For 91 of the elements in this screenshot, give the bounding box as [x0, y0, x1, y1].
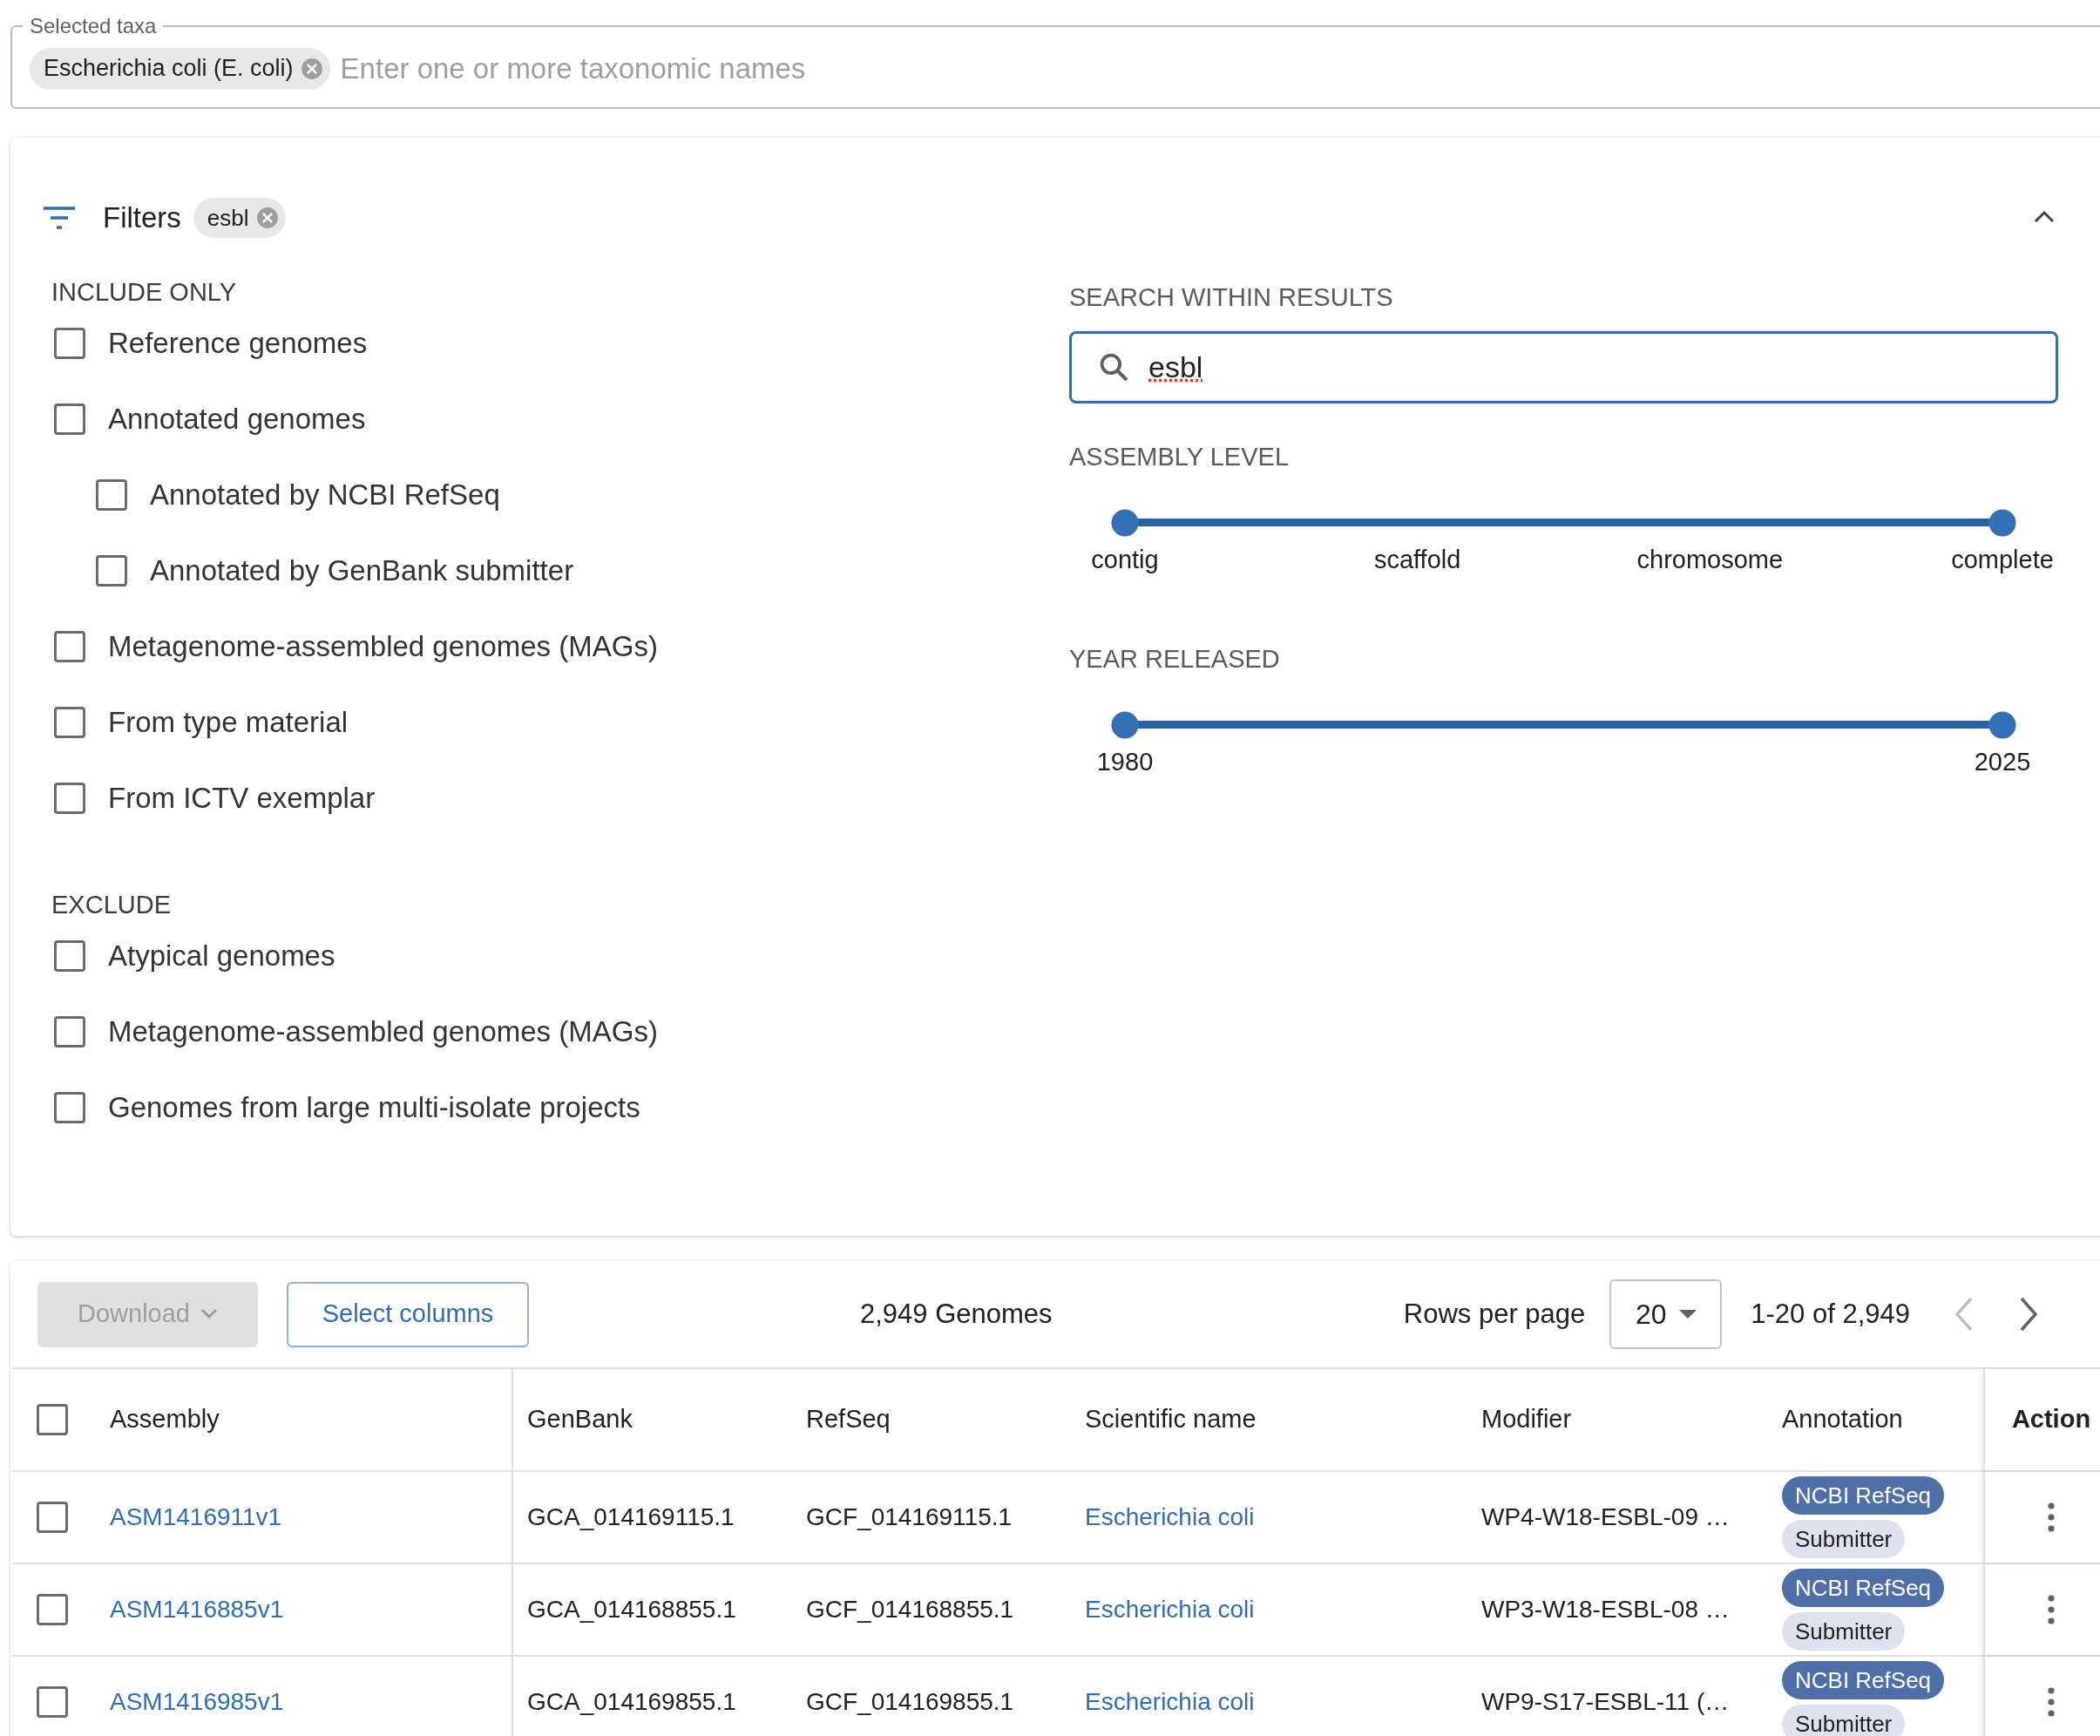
slider-thumb[interactable]	[1111, 509, 1139, 536]
checkbox[interactable]	[54, 1091, 85, 1123]
chip-label: esbl	[207, 203, 249, 233]
close-icon[interactable]	[255, 207, 279, 229]
checkbox[interactable]	[96, 554, 127, 587]
slider-label: chromosome	[1636, 545, 1784, 575]
slider-thumb[interactable]	[1988, 711, 2016, 738]
column-header[interactable]: Assembly	[110, 1400, 220, 1439]
filters-title: Filters	[103, 200, 181, 236]
table-cell-text: WP9-S17-ESBL-11 (…	[1481, 1687, 1730, 1717]
filter-icon	[44, 207, 75, 229]
rows-per-page-label: Rows per page	[1403, 1297, 1586, 1331]
checkbox-label: Genomes from large multi-isolate projects	[108, 1089, 640, 1125]
column-header[interactable]: Scientific name	[1085, 1400, 1257, 1439]
next-page-icon[interactable]	[2018, 1297, 2039, 1332]
more-options-icon[interactable]	[2048, 1502, 2055, 1532]
column-header[interactable]: RefSeq	[806, 1400, 891, 1439]
annotation-tag: Submitter	[1782, 1612, 1906, 1651]
annotation-tag: NCBI RefSeq	[1782, 1569, 1945, 1607]
slider-label: complete	[1951, 545, 2054, 575]
checkbox-label: Metagenome-assembled genomes (MAGs)	[108, 628, 658, 664]
checkbox-label: Atypical genomes	[108, 938, 335, 973]
checkbox[interactable]	[54, 630, 85, 662]
table-cell-text: GCA_014168855.1	[527, 1595, 736, 1624]
checkbox-label: From type material	[108, 704, 349, 740]
table-cell-text: WP4-W18-ESBL-09 …	[1481, 1502, 1730, 1532]
checkbox[interactable]	[37, 1502, 68, 1533]
slider-label: 2025	[1974, 747, 2031, 777]
checkbox[interactable]	[54, 939, 85, 972]
checkbox[interactable]	[54, 327, 85, 359]
section-heading: YEAR RELEASED	[1069, 644, 1281, 672]
result-count: 2,949 Genomes	[860, 1297, 1053, 1331]
section-heading: INCLUDE ONLY	[51, 277, 238, 305]
filter-chip[interactable]: Escherichia coli (E. coli)	[30, 47, 330, 90]
checkbox-label: From ICTV exemplar	[108, 780, 376, 816]
caret-icon	[1678, 1310, 1697, 1319]
more-options-icon[interactable]	[2048, 1687, 2055, 1717]
table-cell-text: GCF_014168855.1	[806, 1595, 1014, 1624]
checkbox[interactable]	[37, 1594, 68, 1625]
close-icon[interactable]	[300, 57, 323, 80]
column-header[interactable]: GenBank	[527, 1400, 633, 1439]
organism-link[interactable]: Escherichia coli	[1085, 1684, 1255, 1720]
field-label: Selected taxa	[30, 14, 157, 37]
assembly-link[interactable]: ASM1416885v1	[110, 1591, 284, 1628]
checkbox-label: Annotated genomes	[108, 401, 366, 437]
table-cell-text: GCF_014169115.1	[806, 1502, 1013, 1532]
search-field[interactable]: esbl	[1069, 331, 2058, 403]
checkbox[interactable]	[54, 782, 85, 814]
more-options-icon[interactable]	[2048, 1595, 2055, 1624]
table-cell-text: GCA_014169115.1	[527, 1502, 735, 1532]
chip-label: Escherichia coli (E. coli)	[44, 54, 294, 84]
caret-icon	[200, 1308, 218, 1320]
checkbox-label: Annotated by GenBank submitter	[150, 553, 574, 588]
column-header[interactable]: Modifier	[1481, 1400, 1572, 1439]
table-cell-text: GCA_014169855.1	[527, 1687, 736, 1717]
annotation-tag: Submitter	[1782, 1520, 1906, 1558]
slider-thumb[interactable]	[1988, 509, 2016, 536]
slider-label: contig	[1091, 545, 1159, 575]
column-header[interactable]: Annotation	[1782, 1400, 1903, 1439]
checkbox[interactable]	[54, 1015, 85, 1048]
checkbox-label: Reference genomes	[108, 325, 368, 361]
slider-label: 1980	[1096, 747, 1154, 777]
table-cell-text: GCF_014169855.1	[806, 1687, 1014, 1717]
checkbox[interactable]	[37, 1686, 68, 1718]
range-slider[interactable]	[1111, 711, 2016, 738]
annotation-tag: NCBI RefSeq	[1782, 1661, 1945, 1699]
slider-thumb[interactable]	[1111, 711, 1139, 738]
checkbox[interactable]	[37, 1404, 68, 1435]
column-header[interactable]: Action	[2011, 1400, 2091, 1439]
section-heading: SEARCH WITHIN RESULTS	[1069, 282, 1394, 310]
section-heading: EXCLUDE	[51, 890, 172, 918]
organism-link[interactable]: Escherichia coli	[1085, 1499, 1255, 1536]
table-cell-text: WP3-W18-ESBL-08 …	[1481, 1595, 1730, 1624]
annotation-tag: Submitter	[1782, 1705, 1906, 1736]
page-range: 1-20 of 2,949	[1751, 1297, 1910, 1331]
checkbox-label: Annotated by NCBI RefSeq	[150, 477, 500, 512]
checkbox-label: Metagenome-assembled genomes (MAGs)	[108, 1014, 658, 1049]
organism-link[interactable]: Escherichia coli	[1085, 1591, 1255, 1628]
taxa-input[interactable]: Enter one or more taxonomic names	[340, 46, 2098, 91]
checkbox[interactable]	[54, 706, 85, 738]
slider-label: scaffold	[1373, 545, 1461, 575]
range-slider[interactable]	[1111, 509, 2016, 536]
assembly-link[interactable]: ASM1416911v1	[110, 1499, 282, 1536]
section-heading: ASSEMBLY LEVEL	[1069, 442, 1290, 470]
filter-chip[interactable]: esbl	[193, 198, 286, 238]
checkbox[interactable]	[96, 478, 127, 511]
select-columns-button[interactable]: Select columns	[287, 1281, 529, 1347]
annotation-tag: NCBI RefSeq	[1782, 1476, 1945, 1515]
assembly-link[interactable]: ASM1416985v1	[110, 1684, 284, 1720]
rows-per-page-dropdown[interactable]: 20	[1609, 1279, 1723, 1349]
checkbox[interactable]	[54, 403, 85, 435]
